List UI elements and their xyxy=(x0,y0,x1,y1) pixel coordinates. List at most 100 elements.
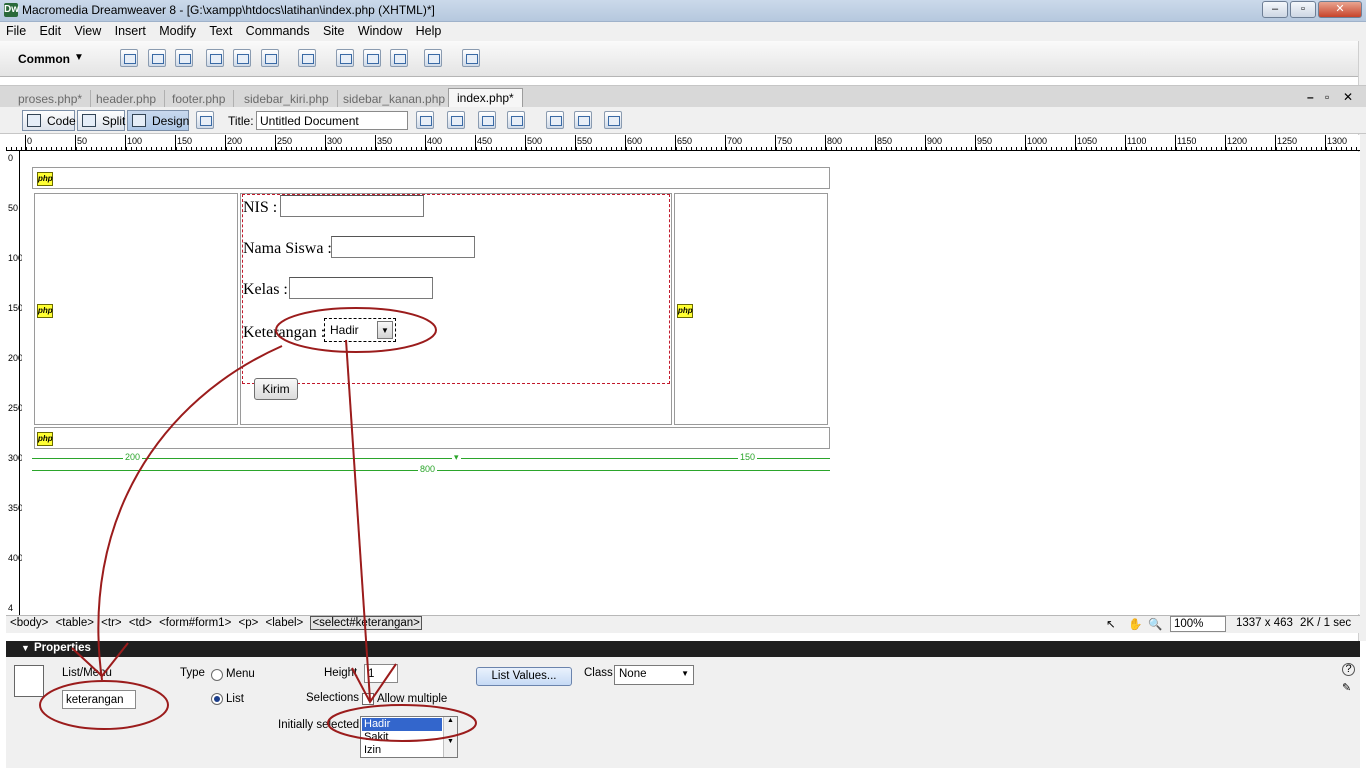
menu-file[interactable]: File xyxy=(0,22,30,38)
window-size[interactable]: 1337 x 463 xyxy=(1236,617,1293,629)
nama-siswa-input[interactable] xyxy=(331,236,475,258)
php-icon[interactable]: php xyxy=(37,304,53,318)
validate-icon[interactable] xyxy=(416,111,434,129)
visual-aids-icon[interactable] xyxy=(604,111,622,129)
list-scrollbar[interactable]: ▲ ▼ xyxy=(443,717,457,757)
zoom-select[interactable]: 100% xyxy=(1170,616,1226,632)
header-cell[interactable]: php xyxy=(32,167,830,189)
menu-modify[interactable]: Modify xyxy=(153,22,200,38)
tag-body[interactable]: <body> xyxy=(10,617,48,629)
list-item[interactable]: Izin xyxy=(362,744,442,757)
live-data-icon[interactable] xyxy=(196,111,214,129)
hand-tool-icon[interactable]: ✋ xyxy=(1128,617,1142,631)
tag-table[interactable]: <table> xyxy=(56,617,94,629)
menu-help[interactable]: Help xyxy=(410,22,446,38)
initially-selected-list[interactable]: Hadir Sakit Izin ▲ ▼ xyxy=(360,716,458,758)
tag-select-keterangan[interactable]: <select#keterangan> xyxy=(310,616,422,630)
tab-header[interactable]: header.php xyxy=(88,90,166,108)
kelas-input[interactable] xyxy=(289,277,433,299)
tag-p[interactable]: <p> xyxy=(239,617,259,629)
doc-restore-icon[interactable]: ▫ xyxy=(1325,90,1329,104)
collapse-triangle-icon[interactable]: ▼ xyxy=(21,643,30,653)
height-input[interactable] xyxy=(364,664,398,683)
menu-radio[interactable] xyxy=(211,669,223,681)
hyperlink-icon[interactable] xyxy=(120,49,138,67)
image-icon[interactable] xyxy=(261,49,279,67)
menu-text[interactable]: Text xyxy=(203,22,236,38)
code-view-button[interactable]: Code xyxy=(22,110,76,131)
category-dropdown-icon[interactable]: ▼ xyxy=(74,52,84,63)
properties-panel-header[interactable]: ▼ Properties xyxy=(6,641,1360,657)
ruler-tick xyxy=(375,135,376,151)
tab-footer[interactable]: footer.php xyxy=(164,90,235,108)
list-item[interactable]: Hadir xyxy=(362,718,442,731)
kirim-button[interactable]: Kirim xyxy=(254,378,298,400)
sidebar-left-cell[interactable]: php xyxy=(34,193,238,425)
design-canvas[interactable]: php php php php NIS : Nama Siswa : Kelas… xyxy=(22,152,1360,614)
list-values-button[interactable]: List Values... xyxy=(476,667,572,686)
document-title-input[interactable] xyxy=(256,111,408,130)
tab-proses[interactable]: proses.php* xyxy=(10,90,92,108)
minimize-icon[interactable]: – xyxy=(1262,1,1288,18)
tag-td[interactable]: <td> xyxy=(129,617,152,629)
design-view-button[interactable]: Design xyxy=(127,110,189,131)
view-options-icon[interactable] xyxy=(574,111,592,129)
php-icon[interactable]: php xyxy=(37,172,53,186)
menu-view[interactable]: View xyxy=(68,22,105,38)
server-side-include-icon[interactable] xyxy=(363,49,381,67)
named-anchor-icon[interactable] xyxy=(175,49,193,67)
email-link-icon[interactable] xyxy=(148,49,166,67)
footer-cell[interactable]: php xyxy=(34,427,830,449)
chevron-down-icon[interactable]: ▼ xyxy=(377,321,393,339)
allow-multiple-checkbox[interactable] xyxy=(362,693,374,705)
tag-label[interactable]: <label> xyxy=(266,617,304,629)
menu-commands[interactable]: Commands xyxy=(240,22,314,38)
menu-edit[interactable]: Edit xyxy=(34,22,66,38)
ruler-label: 600 xyxy=(627,136,643,146)
table-width[interactable]: 800 xyxy=(418,464,438,474)
list-item[interactable]: Sakit xyxy=(362,731,442,744)
split-view-button[interactable]: Split xyxy=(77,110,125,131)
insert-category[interactable]: Common xyxy=(18,52,70,66)
close-icon[interactable]: ✕ xyxy=(1318,1,1362,18)
file-management-icon[interactable] xyxy=(447,111,465,129)
menu-site[interactable]: Site xyxy=(317,22,349,38)
tab-sidebar-kiri[interactable]: sidebar_kiri.php xyxy=(236,90,338,108)
tag-form[interactable]: <form#form1> xyxy=(159,617,231,629)
class-select[interactable]: None ▼ xyxy=(614,665,694,685)
layer-icon[interactable] xyxy=(233,49,251,67)
doc-minimize-icon[interactable]: – xyxy=(1307,90,1314,104)
tag-tr[interactable]: <tr> xyxy=(101,617,121,629)
quick-tag-editor-icon[interactable]: ✎ xyxy=(1342,681,1351,694)
php-icon[interactable]: php xyxy=(677,304,693,318)
content-column-width[interactable]: ▾ xyxy=(452,452,461,463)
preview-in-browser-icon[interactable] xyxy=(478,111,496,129)
select-name-input[interactable] xyxy=(62,690,136,709)
right-column-width[interactable]: 150 xyxy=(738,452,758,462)
table-icon[interactable] xyxy=(206,49,224,67)
tag-chooser-icon[interactable] xyxy=(462,49,480,67)
ruler-label: 1100 xyxy=(1127,136,1147,146)
zoom-tool-icon[interactable]: 🔍 xyxy=(1148,617,1162,631)
keterangan-select[interactable]: Hadir ▼ xyxy=(324,318,396,342)
tab-sidebar-kanan[interactable]: sidebar_kanan.php xyxy=(335,90,455,108)
media-icon[interactable] xyxy=(298,49,316,67)
restore-icon[interactable]: ▫ xyxy=(1290,1,1316,18)
nis-input[interactable] xyxy=(280,195,424,217)
date-icon[interactable] xyxy=(336,49,354,67)
tab-index[interactable]: index.php* xyxy=(448,88,523,108)
ruler-label: 450 xyxy=(477,136,493,146)
menu-window[interactable]: Window xyxy=(352,22,406,38)
refresh-design-icon[interactable] xyxy=(546,111,564,129)
menu-insert[interactable]: Insert xyxy=(109,22,150,38)
browser-check-icon[interactable] xyxy=(507,111,525,129)
doc-close-icon[interactable]: ✕ xyxy=(1343,90,1353,104)
templates-icon[interactable] xyxy=(424,49,442,67)
left-column-width[interactable]: 200 xyxy=(123,452,143,462)
help-icon[interactable]: ? xyxy=(1342,663,1355,676)
pointer-tool-icon[interactable]: ↖ xyxy=(1106,617,1116,631)
comment-icon[interactable] xyxy=(390,49,408,67)
sidebar-right-cell[interactable]: php xyxy=(674,193,828,425)
php-icon[interactable]: php xyxy=(37,432,53,446)
list-radio[interactable] xyxy=(211,693,223,705)
